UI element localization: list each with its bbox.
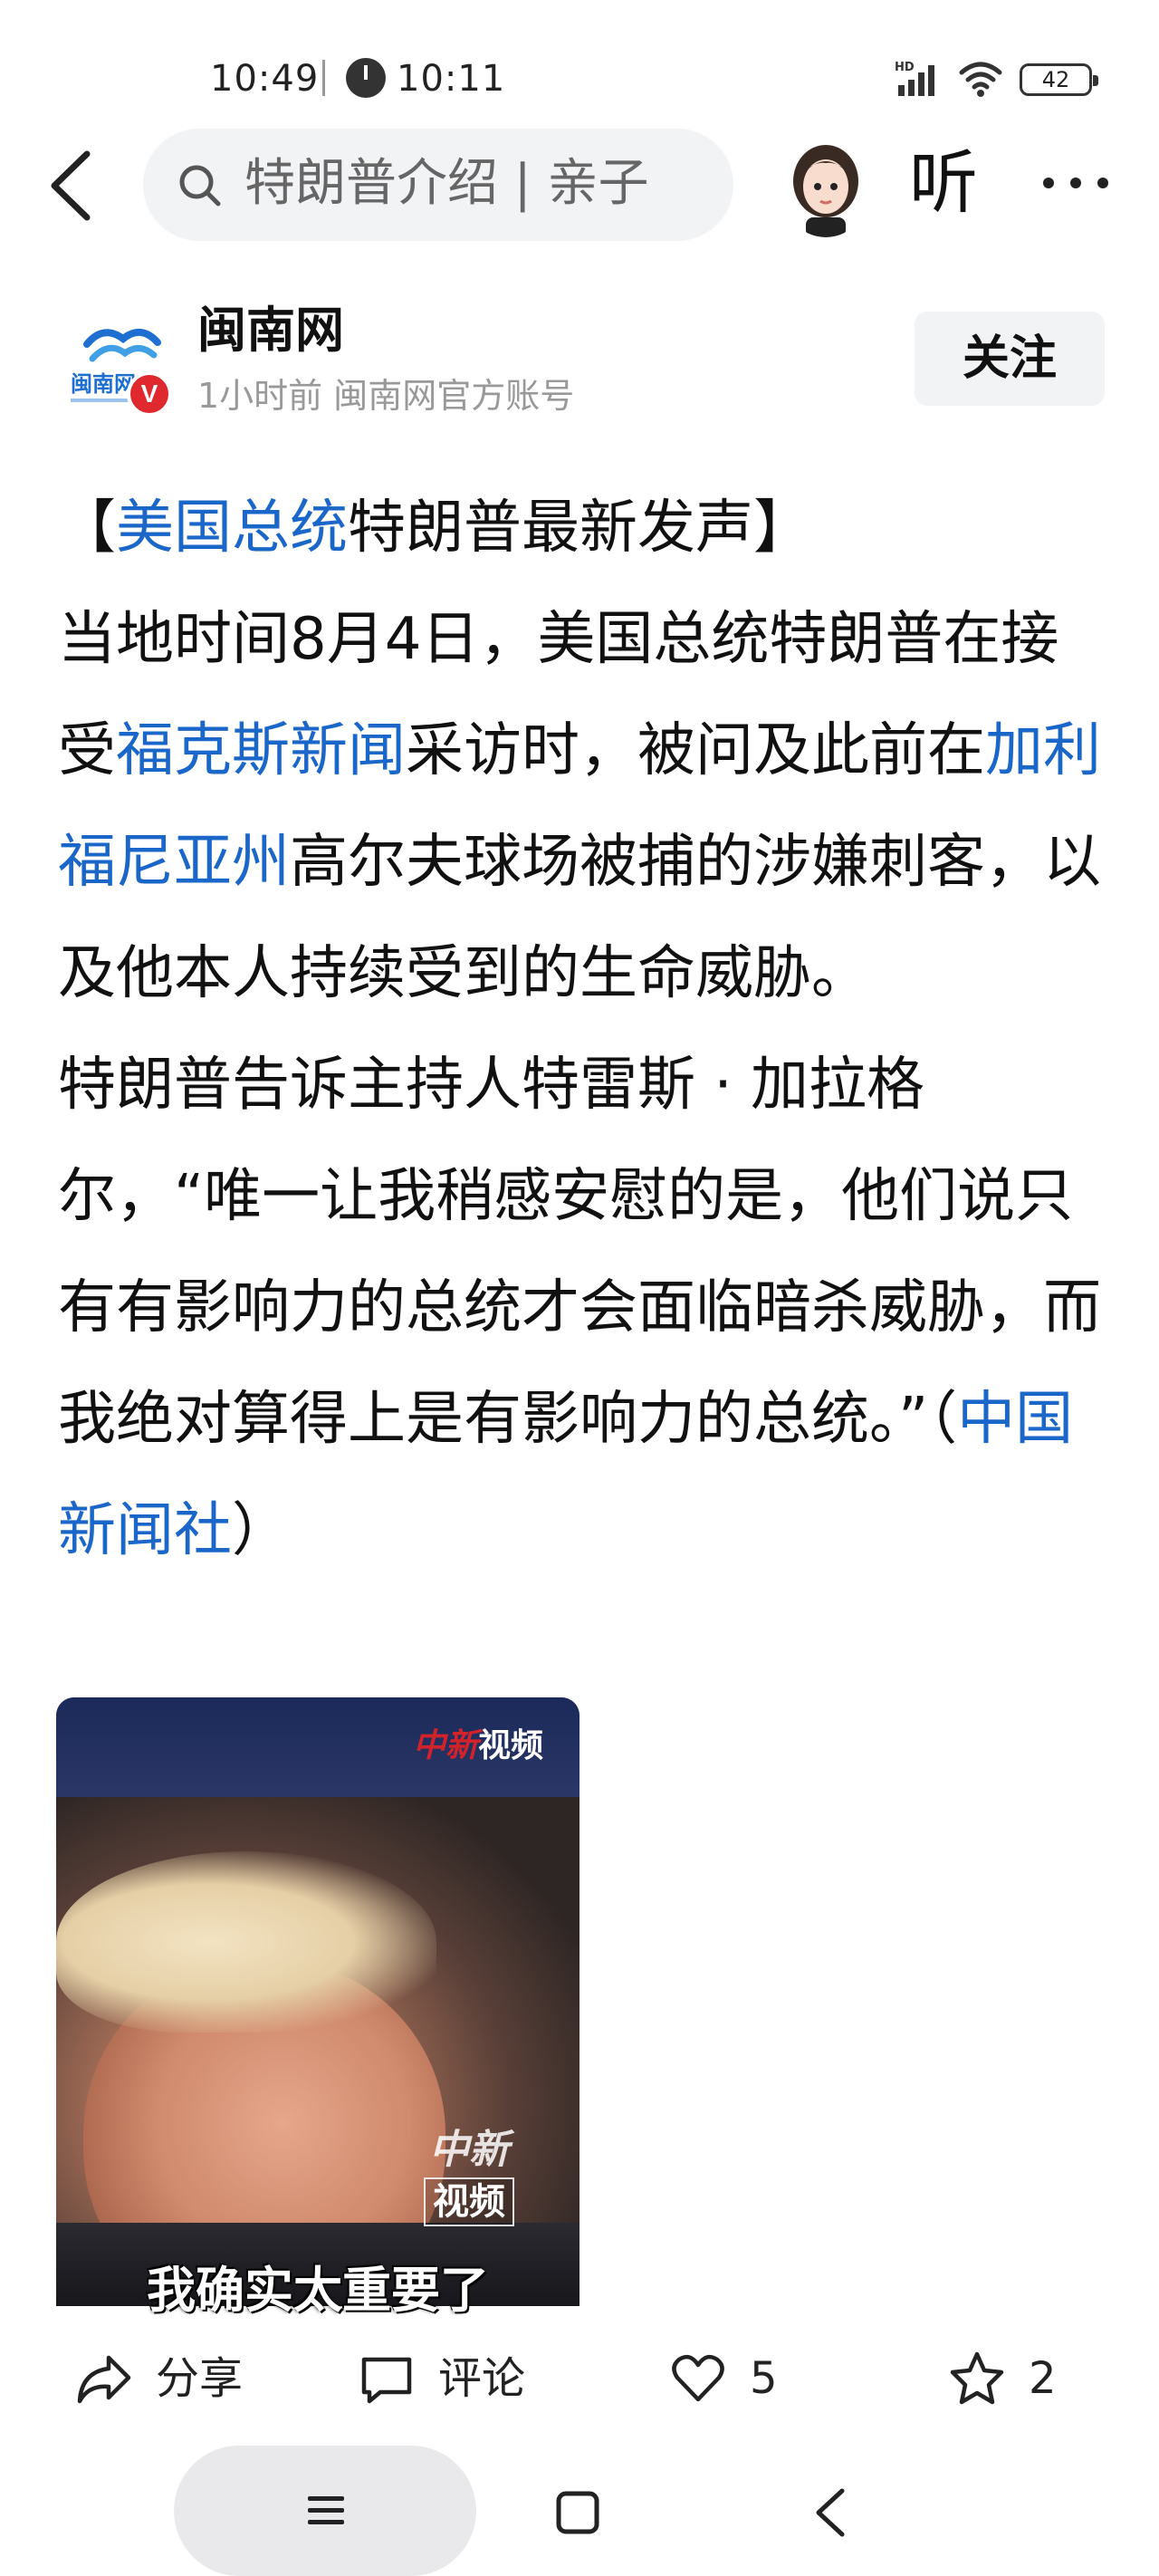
battery-icon: 42	[1020, 63, 1098, 96]
status-bar: 10:49 10:11 HD 42	[0, 0, 1159, 136]
comment-icon	[361, 2357, 412, 2404]
article-paragraph-1: 当地时间8月4日，美国总统特朗普在接受福克斯新闻采访时，被问及此前在加利福尼亚州…	[58, 584, 1108, 1030]
article-paragraph-2: 特朗普告诉主持人特雷斯 · 加拉格尔，“唯一让我稍感安慰的是，他们说只有有影响力…	[58, 1030, 1108, 1587]
watermark-top: 中新	[429, 2127, 509, 2173]
favorite-button[interactable]: 2	[947, 2342, 1057, 2415]
watermark-box: 中新 视频	[424, 2127, 514, 2226]
recent-apps-button[interactable]	[174, 2446, 476, 2576]
avatar[interactable]	[781, 136, 871, 237]
action-bar: 分享 评论 5 2	[0, 2319, 1159, 2437]
video-logo-red: 中新	[412, 1726, 478, 1764]
account-name[interactable]: 闽南网	[197, 299, 344, 362]
signal-icon: HD	[895, 61, 934, 96]
network-label: HD	[895, 61, 915, 74]
status-secondary-time: 10:11	[397, 58, 506, 100]
nav-back-icon[interactable]	[806, 2484, 855, 2542]
status-divider	[322, 60, 325, 96]
video-logo-white: 视频	[477, 1727, 543, 1764]
wifi-icon	[959, 62, 1002, 97]
comment-button[interactable]: 评论	[357, 2342, 525, 2415]
battery-level: 42	[1041, 67, 1070, 92]
menu-icon	[308, 2496, 344, 2524]
home-square-icon[interactable]	[554, 2489, 601, 2536]
like-button[interactable]: 5	[668, 2342, 778, 2415]
share-icon	[77, 2355, 131, 2404]
status-time: 10:49	[210, 58, 320, 100]
speaker-hair	[56, 1851, 436, 2033]
watermark-bottom: 视频	[424, 2177, 514, 2226]
like-count: 5	[750, 2353, 778, 2404]
video-frame	[56, 1797, 580, 2306]
video-source-logo: 中新视频	[413, 1719, 543, 1766]
heart-icon	[672, 2354, 724, 2402]
search-icon	[179, 165, 221, 207]
back-arrow-icon[interactable]	[42, 145, 105, 226]
more-dots-icon[interactable]	[1039, 172, 1112, 194]
star-icon	[950, 2351, 1004, 2405]
article-body: 【美国总统特朗普最新发声】 当地时间8月4日，美国总统特朗普在接受福克斯新闻采访…	[58, 473, 1108, 1587]
video-header: 中新视频	[56, 1697, 580, 1797]
paragraph-text: 特朗普告诉主持人特雷斯 · 加拉格尔，“唯一让我稍感安慰的是，他们说只有有影响力…	[58, 1052, 1101, 1453]
verified-badge: V	[127, 371, 172, 417]
clock-icon	[346, 58, 386, 98]
follow-button[interactable]: 关注	[915, 312, 1105, 406]
headline-bracket-open: 【	[58, 495, 116, 562]
video-subtitle: 我确实太重要了	[147, 2262, 489, 2319]
search-query-text[interactable]: 特朗普介绍 | 亲子	[244, 152, 715, 216]
share-label: 分享	[156, 2353, 244, 2404]
headline-bracket-close: 】	[753, 495, 811, 562]
system-nav-bar	[0, 2437, 1159, 2576]
favorite-count: 2	[1029, 2353, 1057, 2404]
search-box[interactable]: 特朗普介绍 | 亲子	[143, 129, 733, 241]
comment-label: 评论	[438, 2353, 526, 2404]
paragraph-text: 采访时，被问及此前在	[406, 717, 985, 784]
account-meta: 1小时前 闽南网官方账号	[197, 376, 575, 416]
headline-text: 特朗普最新发声	[348, 495, 753, 562]
link-us-president[interactable]: 美国总统	[116, 495, 348, 562]
article-headline: 【美国总统特朗普最新发声】	[58, 473, 1108, 584]
paragraph-text: ）	[232, 1497, 290, 1564]
link-fox-news[interactable]: 福克斯新闻	[116, 717, 406, 784]
listen-button[interactable]: 听	[909, 138, 978, 228]
share-button[interactable]: 分享	[74, 2342, 243, 2415]
